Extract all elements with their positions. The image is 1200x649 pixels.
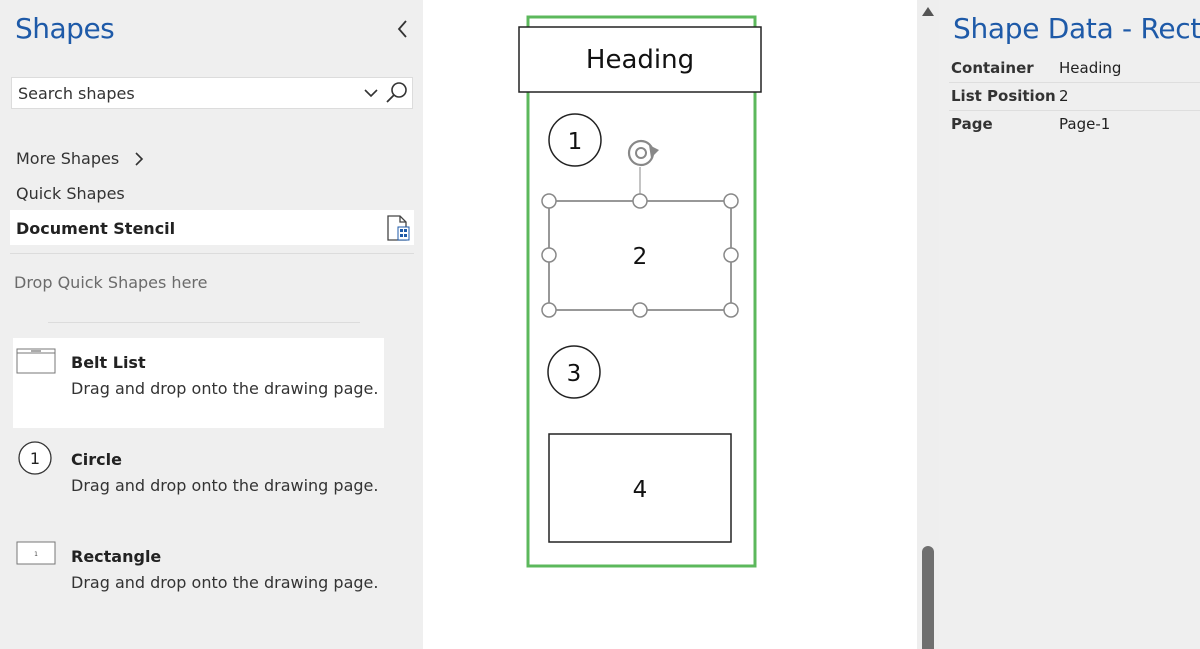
vertical-scrollbar[interactable]: [917, 0, 939, 649]
shape-description: Drag and drop onto the drawing page.: [71, 476, 379, 495]
stencil-icon: [387, 215, 410, 241]
shape-name: Belt List: [71, 353, 146, 372]
shapes-panel: Shapes Search shapes More Shapes Quick S…: [0, 0, 423, 649]
shape-data-value[interactable]: Page-1: [1059, 115, 1110, 133]
rectangle-icon: 1: [16, 541, 56, 565]
drop-quick-shapes-hint: Drop Quick Shapes here: [14, 273, 208, 292]
list-item-rectangle-2[interactable]: 2: [548, 200, 732, 311]
list-item-label: 3: [567, 361, 582, 387]
shape-data-key: Container: [951, 59, 1034, 77]
shape-data-row-container[interactable]: Container Heading: [949, 55, 1200, 83]
circle-thumb-label: 1: [30, 449, 40, 468]
shape-item-rectangle[interactable]: 1 Rectangle Drag and drop onto the drawi…: [13, 532, 384, 622]
scroll-up-icon[interactable]: [921, 6, 935, 18]
list-item-label: 2: [633, 244, 648, 270]
shape-name: Circle: [71, 450, 122, 469]
chevron-down-icon[interactable]: [363, 85, 379, 101]
shape-name: Rectangle: [71, 547, 162, 566]
document-stencil-item[interactable]: Document Stencil: [10, 210, 414, 245]
shape-item-belt-list[interactable]: Belt List Drag and drop onto the drawing…: [13, 338, 384, 428]
shape-data-key: List Position: [951, 87, 1056, 105]
shape-data-key: Page: [951, 115, 993, 133]
chevron-left-icon: [397, 20, 407, 38]
search-icon[interactable]: [385, 81, 409, 105]
document-stencil-label: Document Stencil: [16, 219, 176, 238]
shape-data-value[interactable]: Heading: [1059, 59, 1121, 77]
drawing-canvas[interactable]: Heading 1 2 3 4: [423, 0, 917, 649]
shape-description: Drag and drop onto the drawing page.: [71, 573, 379, 592]
list-item-label: 4: [633, 477, 648, 503]
list-item-label: 1: [568, 129, 583, 155]
belt-list-icon: [16, 348, 56, 374]
search-shapes-text: Search shapes: [18, 84, 135, 103]
shape-item-circle[interactable]: 1 Circle Drag and drop onto the drawing …: [13, 435, 384, 525]
panel-title: Shapes: [15, 12, 115, 45]
shape-data-row-page[interactable]: Page Page-1: [949, 111, 1200, 139]
chevron-right-icon[interactable]: [132, 150, 146, 168]
shape-data-row-list-position[interactable]: List Position 2: [949, 83, 1200, 111]
circle-icon: 1: [18, 441, 52, 475]
search-shapes-input[interactable]: Search shapes: [11, 77, 413, 109]
divider: [48, 322, 360, 323]
shape-data-title: Shape Data - Recta: [953, 12, 1200, 45]
heading-shape[interactable]: Heading: [518, 26, 762, 93]
divider: [10, 253, 414, 254]
heading-text: Heading: [586, 45, 694, 75]
rectangle-thumb-label: 1: [34, 551, 38, 558]
shape-description: Drag and drop onto the drawing page.: [71, 379, 379, 398]
list-item-circle-1[interactable]: 1: [548, 113, 602, 167]
shape-data-value[interactable]: 2: [1059, 87, 1069, 105]
shape-data-panel: Shape Data - Recta Container Heading Lis…: [939, 0, 1200, 649]
quick-shapes-link[interactable]: Quick Shapes: [16, 184, 125, 203]
list-item-rectangle-4[interactable]: 4: [548, 433, 732, 543]
collapse-panel-button[interactable]: [392, 16, 414, 42]
more-shapes-link[interactable]: More Shapes: [16, 149, 119, 168]
scroll-thumb[interactable]: [922, 546, 934, 649]
list-item-circle-3[interactable]: 3: [547, 345, 601, 399]
